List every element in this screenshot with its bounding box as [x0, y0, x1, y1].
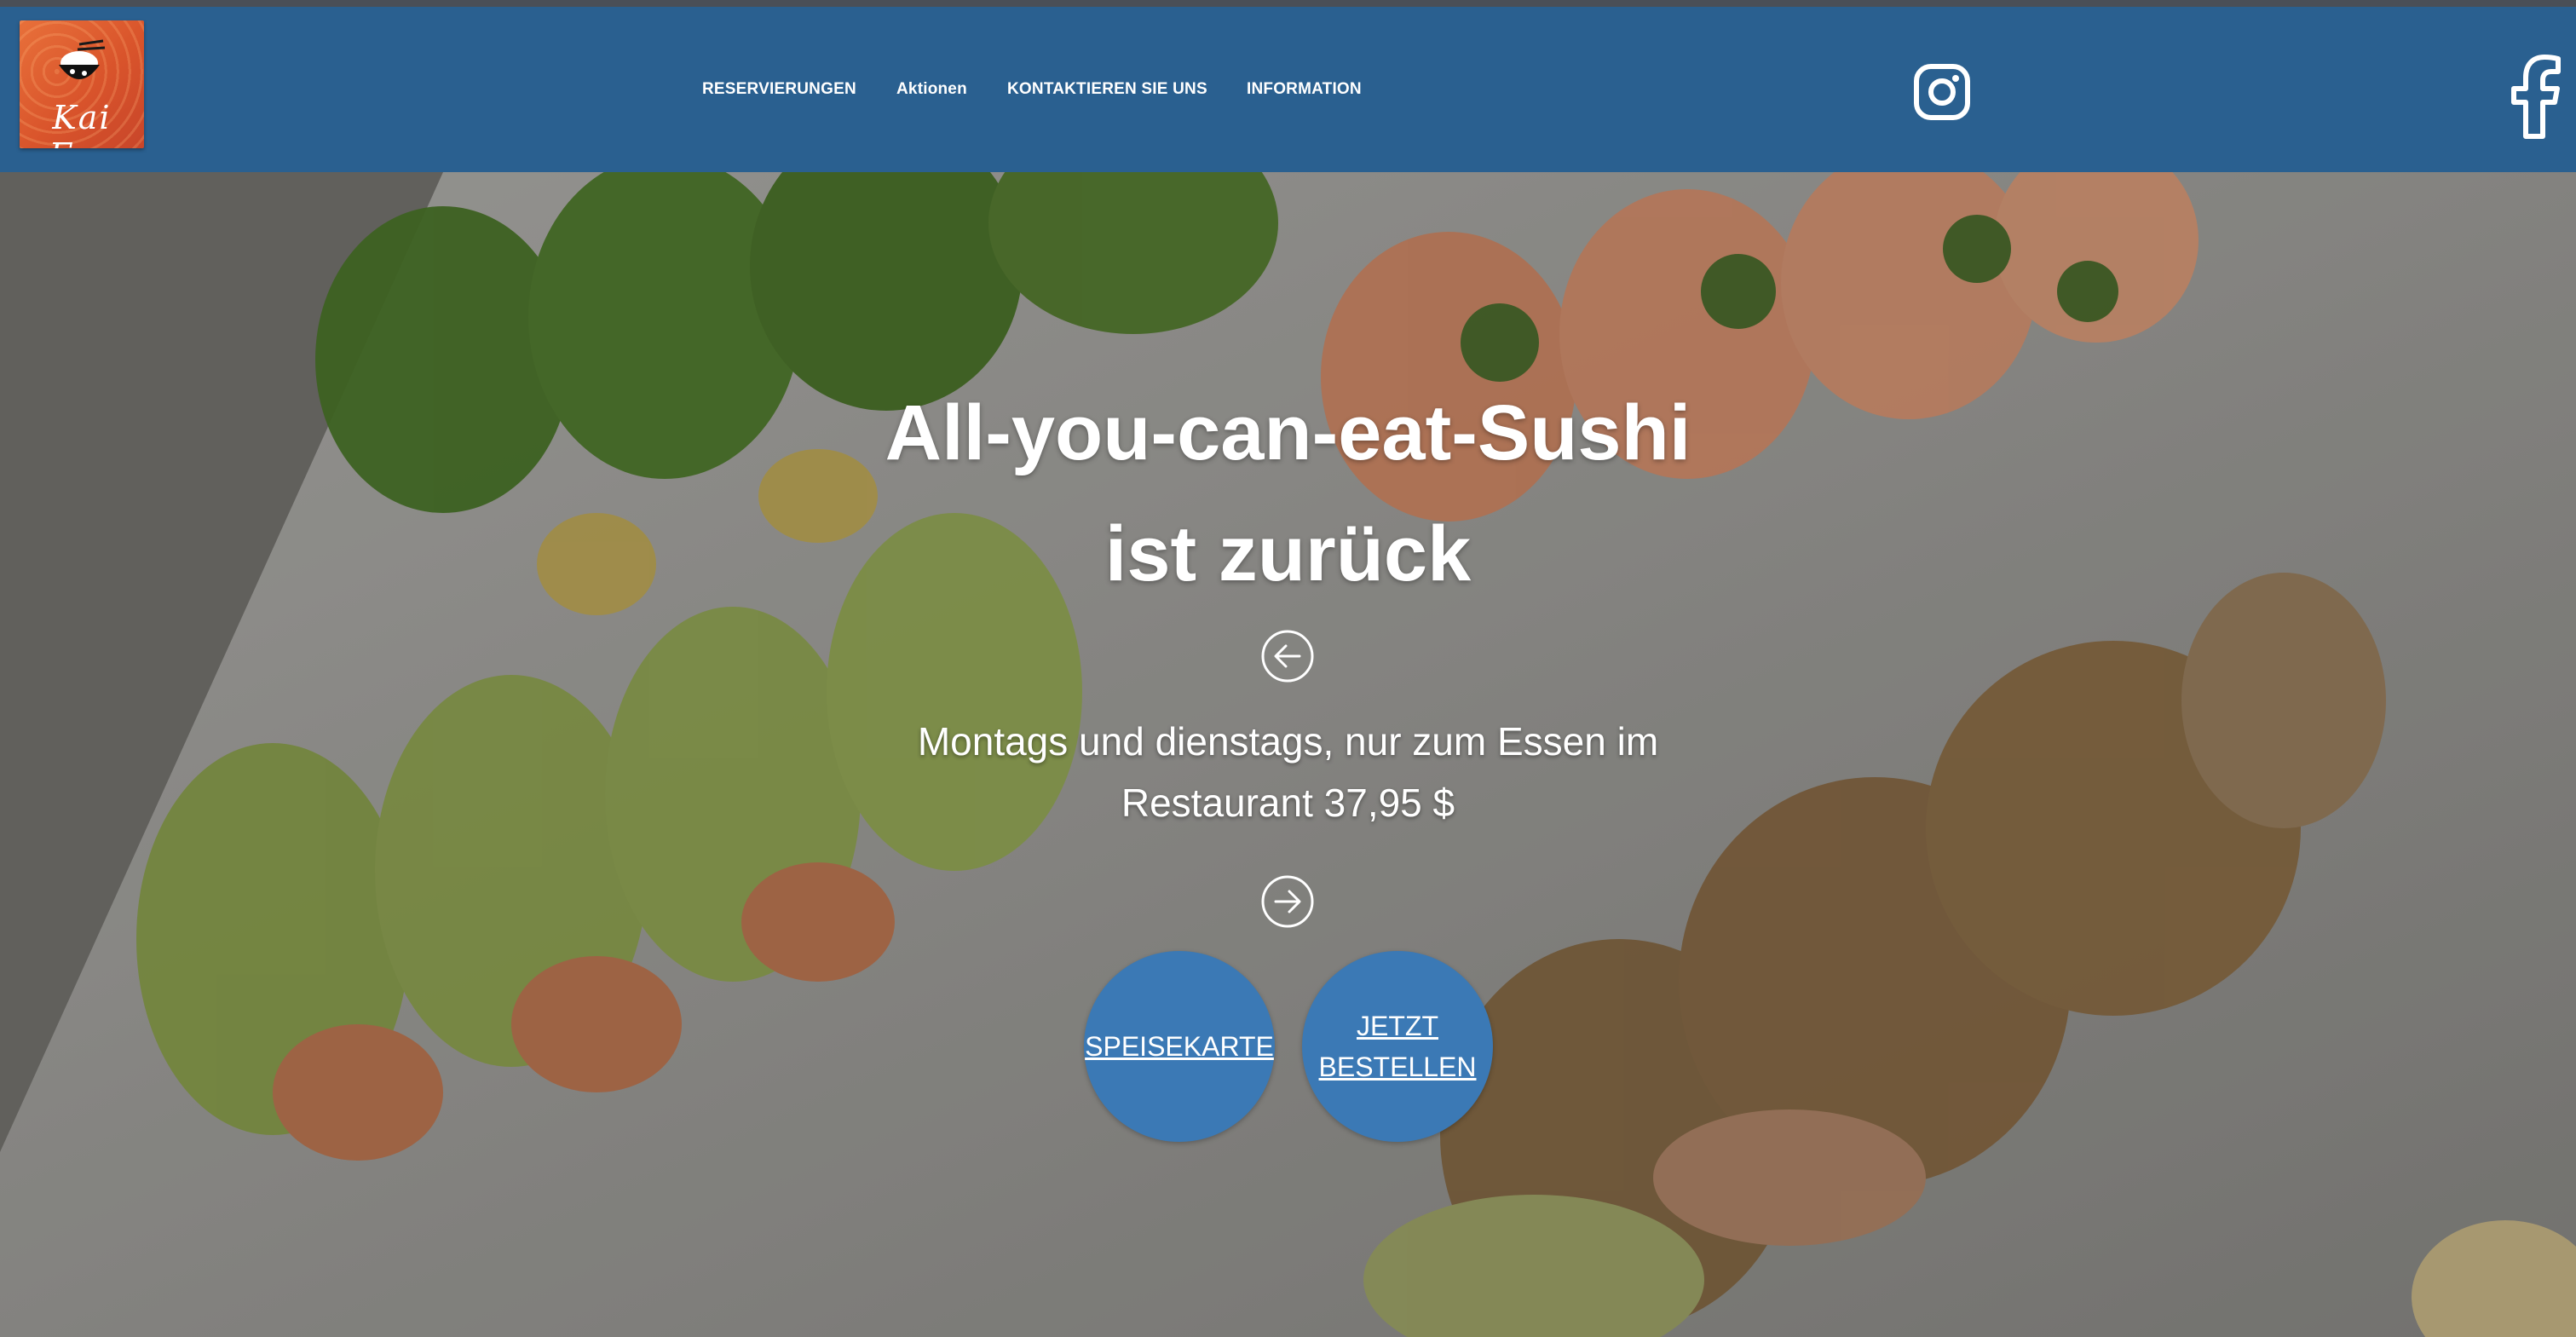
hero-subtitle-line2: Restaurant 37,95 $	[1121, 781, 1455, 825]
speisekarte-button[interactable]: SPEISEKARTE	[1084, 951, 1275, 1142]
nav-item-reservierungen[interactable]: RESERVIERUNGEN	[702, 80, 856, 99]
jetzt-bestellen-line1: JETZT	[1357, 1011, 1438, 1041]
rice-bowl-icon	[59, 39, 106, 79]
hero-title-line2: ist zurück	[1104, 510, 1472, 597]
site-header: Kai Fan RESERVIERUNGEN Aktionen KONTAKTI…	[0, 7, 2576, 172]
logo-text: Kai Fan	[49, 99, 113, 148]
nav-item-kontakt[interactable]: KONTAKTIEREN SIE UNS	[1007, 80, 1207, 99]
hero-subtitle-line1: Montags und dienstags, nur zum Essen im	[917, 719, 1659, 764]
hero-section: All-you-can-eat-Sushi ist zurück Montags…	[0, 172, 2576, 1337]
arrow-right-circle-icon[interactable]	[1260, 874, 1315, 929]
top-edge	[0, 0, 2576, 7]
nav-item-aktionen[interactable]: Aktionen	[896, 80, 967, 99]
kai-fan-logo[interactable]: Kai Fan	[20, 20, 144, 148]
facebook-icon[interactable]	[2505, 55, 2565, 140]
jetzt-bestellen-button[interactable]: JETZT BESTELLEN	[1302, 951, 1493, 1142]
jetzt-bestellen-line2: BESTELLEN	[1318, 1052, 1477, 1082]
arrow-left-circle-icon[interactable]	[1260, 629, 1315, 683]
jetzt-bestellen-label: JETZT BESTELLEN	[1319, 1006, 1477, 1087]
speisekarte-label: SPEISEKARTE	[1085, 1031, 1274, 1062]
hero-title-line1: All-you-can-eat-Sushi	[885, 389, 1691, 476]
nav-item-information[interactable]: INFORMATION	[1247, 80, 1362, 99]
instagram-icon[interactable]	[1913, 63, 1971, 121]
